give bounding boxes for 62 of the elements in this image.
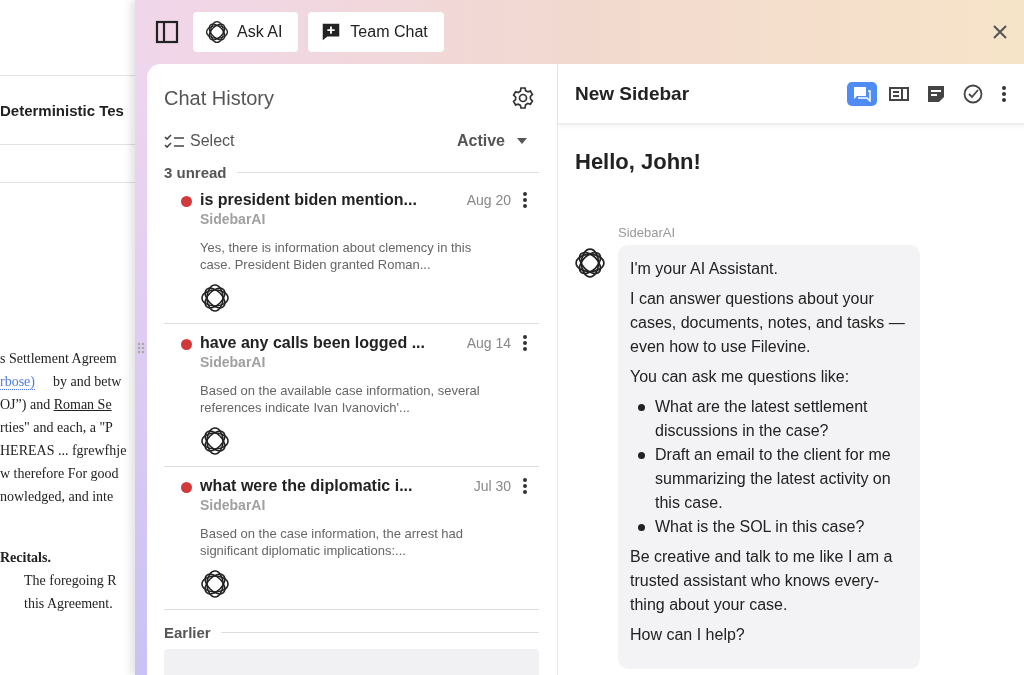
chat-date: Aug 20 <box>466 192 511 208</box>
message-text: You can ask me questions like: <box>630 367 851 387</box>
bullet-icon <box>638 404 645 411</box>
chat-preview: Yes, there is information about clemency in this case. President Biden granted Roman... <box>200 239 473 273</box>
more-icon <box>523 335 527 351</box>
panel-title: Chat History <box>164 86 275 110</box>
select-button[interactable]: Select <box>164 132 235 150</box>
list-item-text: Draft an email to the client for me summarizing the latest activity on this case. <box>655 445 892 513</box>
section-heading: Recitals. <box>0 550 52 567</box>
toolbar-button[interactable]: Team Chat <box>308 12 444 52</box>
chat-title[interactable]: is president biden mention... <box>200 191 467 209</box>
list-item-text: What are the latest settlement discussions in the case? <box>655 397 869 441</box>
document-text: this Agreement. <box>23 596 114 613</box>
chat-date: Jul 30 <box>473 478 511 494</box>
chat-date: Aug 14 <box>466 335 511 351</box>
group-label: Earlier <box>164 624 211 641</box>
note-icon <box>927 84 945 103</box>
checklist-icon <box>164 133 186 149</box>
more-button[interactable] <box>523 192 527 208</box>
chat-source: SidebarAI <box>200 211 267 227</box>
bullet-icon <box>638 452 645 459</box>
more-icon <box>1002 85 1006 102</box>
message-text: How can I help? <box>630 625 746 645</box>
chat-source: SidebarAI <box>200 354 267 370</box>
message-sender: SidebarAI <box>618 225 677 240</box>
group-label: 3 unread <box>164 164 227 181</box>
document-text: The foregoing R <box>23 573 118 590</box>
chat-title[interactable]: what were the diplomatic i... <box>200 477 474 495</box>
document-text: w therefore For good <box>0 466 120 483</box>
toolbar-button[interactable]: Ask AI <box>193 12 299 52</box>
document-text: nowledged, and inte <box>0 489 115 506</box>
document-text: HEREAS ... fgrewfhje <box>0 443 128 460</box>
more-button[interactable] <box>523 478 527 494</box>
sidebar-title: New Sidebar <box>575 82 691 105</box>
ai-logo-icon <box>200 426 230 456</box>
check-circle-icon <box>963 83 983 104</box>
more-button[interactable] <box>523 335 527 351</box>
message-text: Be creative and talk to me like I am a trusted assistant who knows every-thing about your case. <box>630 547 894 615</box>
chat-source: SidebarAI <box>200 497 267 513</box>
list-item-text: What is the SOL in this case? <box>655 517 865 537</box>
chat-preview: Based on the case information, the arrest had significant diplomatic implications:... <box>200 525 465 559</box>
more-icon <box>523 478 527 494</box>
document-link[interactable]: rbose) <box>0 374 35 390</box>
document-text: OJ”) and Roman Se <box>0 397 113 414</box>
ai-logo-icon <box>574 247 606 279</box>
chat-title[interactable]: have any calls been logged ... <box>200 334 467 352</box>
document-text: rties" and each, a "P <box>0 420 114 437</box>
ai-logo-icon <box>205 20 229 44</box>
caret-icon <box>517 138 527 144</box>
ai-logo-icon <box>200 283 230 313</box>
greeting: Hello, John! <box>575 149 702 175</box>
chat-icon <box>853 85 871 102</box>
chat-preview: Based on the available case information, several references indicate Ivan Ivanovich'... <box>200 382 481 416</box>
more-icon <box>523 192 527 208</box>
panel-icon <box>889 85 909 102</box>
document-text: by and betw <box>53 374 122 389</box>
message-text: I'm your AI Assistant. <box>630 259 779 279</box>
document-text: s Settlement Agreem <box>0 351 118 368</box>
filter-dropdown[interactable]: Active <box>456 132 527 150</box>
bullet-icon <box>638 524 645 531</box>
message-text: I can answer questions about your cases, documents, notes, and tasks —even how to use Filevine. <box>630 289 906 357</box>
ai-logo-icon <box>200 569 230 599</box>
